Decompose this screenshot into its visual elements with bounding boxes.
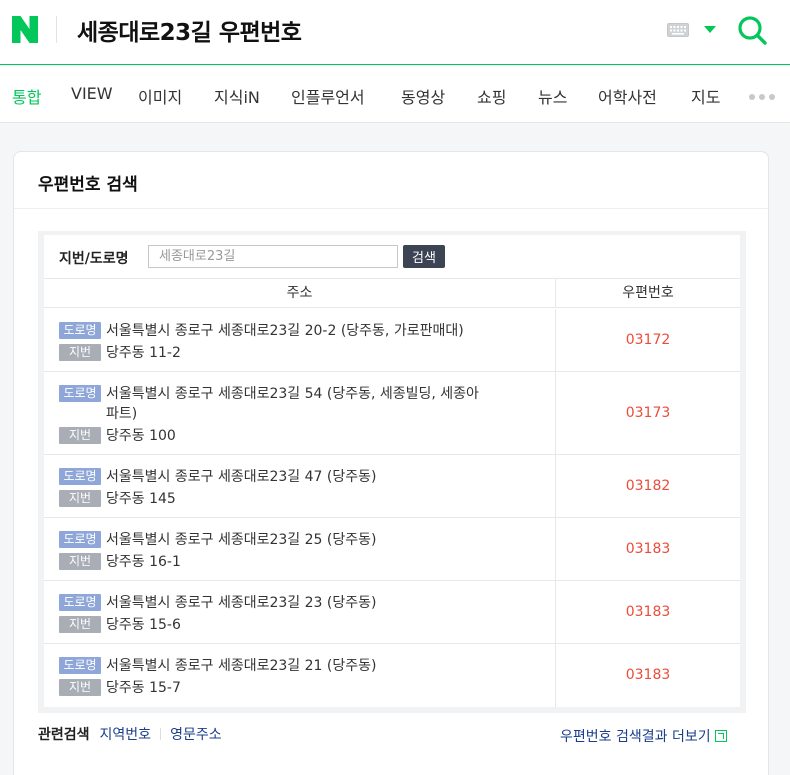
zipcode-value[interactable]: 03183 — [556, 604, 740, 620]
table-row: 도로명 서울특별시 종로구 세종대로23길 23 (당주동) 지번 당주동 15-6… — [44, 581, 740, 644]
road-badge: 도로명 — [59, 385, 101, 402]
road-address: 도로명 서울특별시 종로구 세종대로23길 47 (당주동) — [59, 466, 376, 486]
lot-address: 지번 당주동 16-1 — [59, 551, 181, 571]
road-badge: 도로명 — [59, 594, 101, 611]
zipcode-table: 지번/도로명 검색 주소 우편번호 도로명서울특별시 종로구 세종대로23길 2… — [44, 235, 740, 707]
road-address-text[interactable]: 서울특별시 종로구 세종대로23길 47 (당주동) — [106, 469, 376, 485]
road-address: 도로명 서울특별시 종로구 세종대로23길 21 (당주동) — [59, 655, 376, 675]
lot-badge: 지번 — [59, 344, 101, 361]
address-cell: 도로명 서울특별시 종로구 세종대로23길 23 (당주동) 지번 당주동 15-6 — [44, 581, 556, 643]
lot-address: 지번 당주동 15-7 — [59, 677, 181, 697]
naver-logo-icon[interactable] — [12, 16, 38, 43]
search-query-text[interactable]: 세종대로23길 우편번호 — [77, 13, 302, 47]
zipcode-search-input[interactable] — [148, 245, 398, 268]
table-row: 도로명 서울특별시 종로구 세종대로23길 20-2 (당주동, 가로판매대) 지… — [44, 309, 740, 372]
lot-badge: 지번 — [59, 490, 101, 507]
road-address: 도로명 서울특별시 종로구 세종대로23길 25 (당주동) — [59, 529, 376, 549]
card-divider — [14, 208, 768, 209]
road-badge: 도로명 — [59, 322, 101, 339]
keyboard-icon[interactable] — [667, 23, 689, 37]
lot-badge: 지번 — [59, 553, 101, 570]
road-address-text[interactable]: 서울특별시 종로구 세종대로23길 23 (당주동) — [106, 595, 376, 611]
road-badge: 도로명 — [59, 531, 101, 548]
zipcode-value[interactable]: 03183 — [556, 541, 740, 557]
zipcode-panel: 지번/도로명 검색 주소 우편번호 도로명서울특별시 종로구 세종대로23길 2… — [38, 231, 746, 713]
road-address-text[interactable]: 서울특별시 종로구 세종대로23길 25 (당주동) — [106, 532, 376, 548]
address-cell: 도로명 서울특별시 종로구 세종대로23길 21 (당주동) 지번 당주동 15-7 — [44, 644, 556, 707]
card-title: 우편번호 검색 — [38, 175, 138, 195]
zipcode-value[interactable]: 03183 — [556, 667, 740, 683]
address-cell: 도로명 서울특별시 종로구 세종대로23길 20-2 (당주동, 가로판매대) 지… — [44, 309, 556, 371]
search-header: 세종대로23길 우편번호 — [0, 0, 790, 65]
road-address: 도로명 서울특별시 종로구 세종대로23길 23 (당주동) — [59, 592, 376, 612]
table-row: 도로명 서울특별시 종로구 세종대로23길 47 (당주동) 지번 당주동 145 … — [44, 455, 740, 518]
tab-view[interactable]: VIEW — [71, 84, 113, 103]
more-tabs-icon[interactable] — [749, 94, 775, 100]
road-address-continued: 파트) — [59, 403, 137, 423]
tab-images[interactable]: 이미지 — [138, 84, 182, 108]
search-tabs: 통합 VIEW 이미지 지식iN 인플루언서 동영상 쇼핑 뉴스 어학사전 지도 — [0, 66, 790, 123]
road-address: 도로명 서울특별시 종로구 세종대로23길 20-2 (당주동, 가로판매대) — [59, 320, 464, 340]
chevron-down-icon[interactable] — [704, 26, 716, 33]
zipcode-search-button[interactable]: 검색 — [403, 245, 445, 268]
lot-address-text[interactable]: 당주동 100 — [106, 428, 176, 444]
tab-news[interactable]: 뉴스 — [538, 84, 567, 108]
search-icon[interactable] — [736, 14, 768, 46]
road-badge: 도로명 — [59, 657, 101, 674]
search-label: 지번/도로명 — [59, 251, 129, 267]
external-link-icon — [714, 730, 727, 742]
lot-badge: 지번 — [59, 679, 101, 696]
road-address: 도로명 서울특별시 종로구 세종대로23길 54 (당주동, 세종빌딩, 세종아 — [59, 383, 479, 403]
zipcode-value[interactable]: 03172 — [556, 332, 740, 348]
tab-dictionary[interactable]: 어학사전 — [598, 84, 657, 108]
zipcode-search-row: 지번/도로명 검색 — [44, 235, 740, 279]
lot-address: 지번 당주동 100 — [59, 425, 176, 445]
lot-address-text[interactable]: 당주동 15-6 — [106, 617, 181, 633]
tab-influencer[interactable]: 인플루언서 — [291, 84, 365, 108]
address-cell: 도로명 서울특별시 종로구 세종대로23길 54 (당주동, 세종빌딩, 세종아 … — [44, 372, 556, 454]
address-cell: 도로명 서울특별시 종로구 세종대로23길 25 (당주동) 지번 당주동 16-1 — [44, 518, 556, 580]
lot-address: 지번 당주동 145 — [59, 488, 176, 508]
header-divider — [56, 16, 57, 43]
lot-address-text[interactable]: 당주동 145 — [106, 491, 176, 507]
tab-video[interactable]: 동영상 — [401, 84, 445, 108]
tab-kin[interactable]: 지식iN — [214, 84, 260, 108]
more-results-link[interactable]: 우편번호 검색결과 더보기 — [560, 726, 727, 746]
lot-badge: 지번 — [59, 427, 101, 444]
lot-address-text[interactable]: 당주동 15-7 — [106, 680, 181, 696]
zipcode-value[interactable]: 03173 — [556, 405, 740, 421]
road-address-text[interactable]: 서울특별시 종로구 세종대로23길 21 (당주동) — [106, 658, 376, 674]
lot-badge: 지번 — [59, 616, 101, 633]
related-searches: 관련검색 지역번호 영문주소 — [38, 724, 222, 744]
road-address-text-cont[interactable]: 파트) — [59, 403, 137, 423]
table-row: 도로명 서울특별시 종로구 세종대로23길 54 (당주동, 세종빌딩, 세종아 … — [44, 372, 740, 455]
zipcode-card: 우편번호 검색 지번/도로명 검색 주소 우편번호 도로명서울특별시 종로구 세… — [13, 151, 769, 775]
tab-map[interactable]: 지도 — [691, 84, 720, 108]
related-link-area-code[interactable]: 지역번호 — [100, 727, 152, 743]
lot-address-text[interactable]: 당주동 16-1 — [106, 554, 181, 570]
related-divider — [160, 728, 162, 740]
road-address-text[interactable]: 서울특별시 종로구 세종대로23길 54 (당주동, 세종빌딩, 세종아 — [106, 386, 479, 402]
road-address-text[interactable]: 서울특별시 종로구 세종대로23길 20-2 (당주동, 가로판매대) — [106, 323, 464, 339]
column-header-address: 주소 — [44, 279, 556, 308]
related-label: 관련검색 — [38, 727, 90, 743]
road-badge: 도로명 — [59, 468, 101, 485]
lot-address: 지번 당주동 15-6 — [59, 614, 181, 634]
more-results-text[interactable]: 우편번호 검색결과 더보기 — [560, 729, 711, 745]
zipcode-value[interactable]: 03182 — [556, 478, 740, 494]
column-header-zipcode: 우편번호 — [556, 279, 740, 308]
related-link-english-address[interactable]: 영문주소 — [170, 727, 222, 743]
lot-address: 지번 당주동 11-2 — [59, 342, 181, 362]
table-row: 도로명 서울특별시 종로구 세종대로23길 25 (당주동) 지번 당주동 16-1… — [44, 518, 740, 581]
table-row: 도로명 서울특별시 종로구 세종대로23길 21 (당주동) 지번 당주동 15-7… — [44, 644, 740, 707]
tab-integrated[interactable]: 통합 — [12, 84, 41, 108]
tab-shopping[interactable]: 쇼핑 — [477, 84, 506, 108]
address-cell: 도로명 서울특별시 종로구 세종대로23길 47 (당주동) 지번 당주동 145 — [44, 455, 556, 517]
lot-address-text[interactable]: 당주동 11-2 — [106, 345, 181, 361]
